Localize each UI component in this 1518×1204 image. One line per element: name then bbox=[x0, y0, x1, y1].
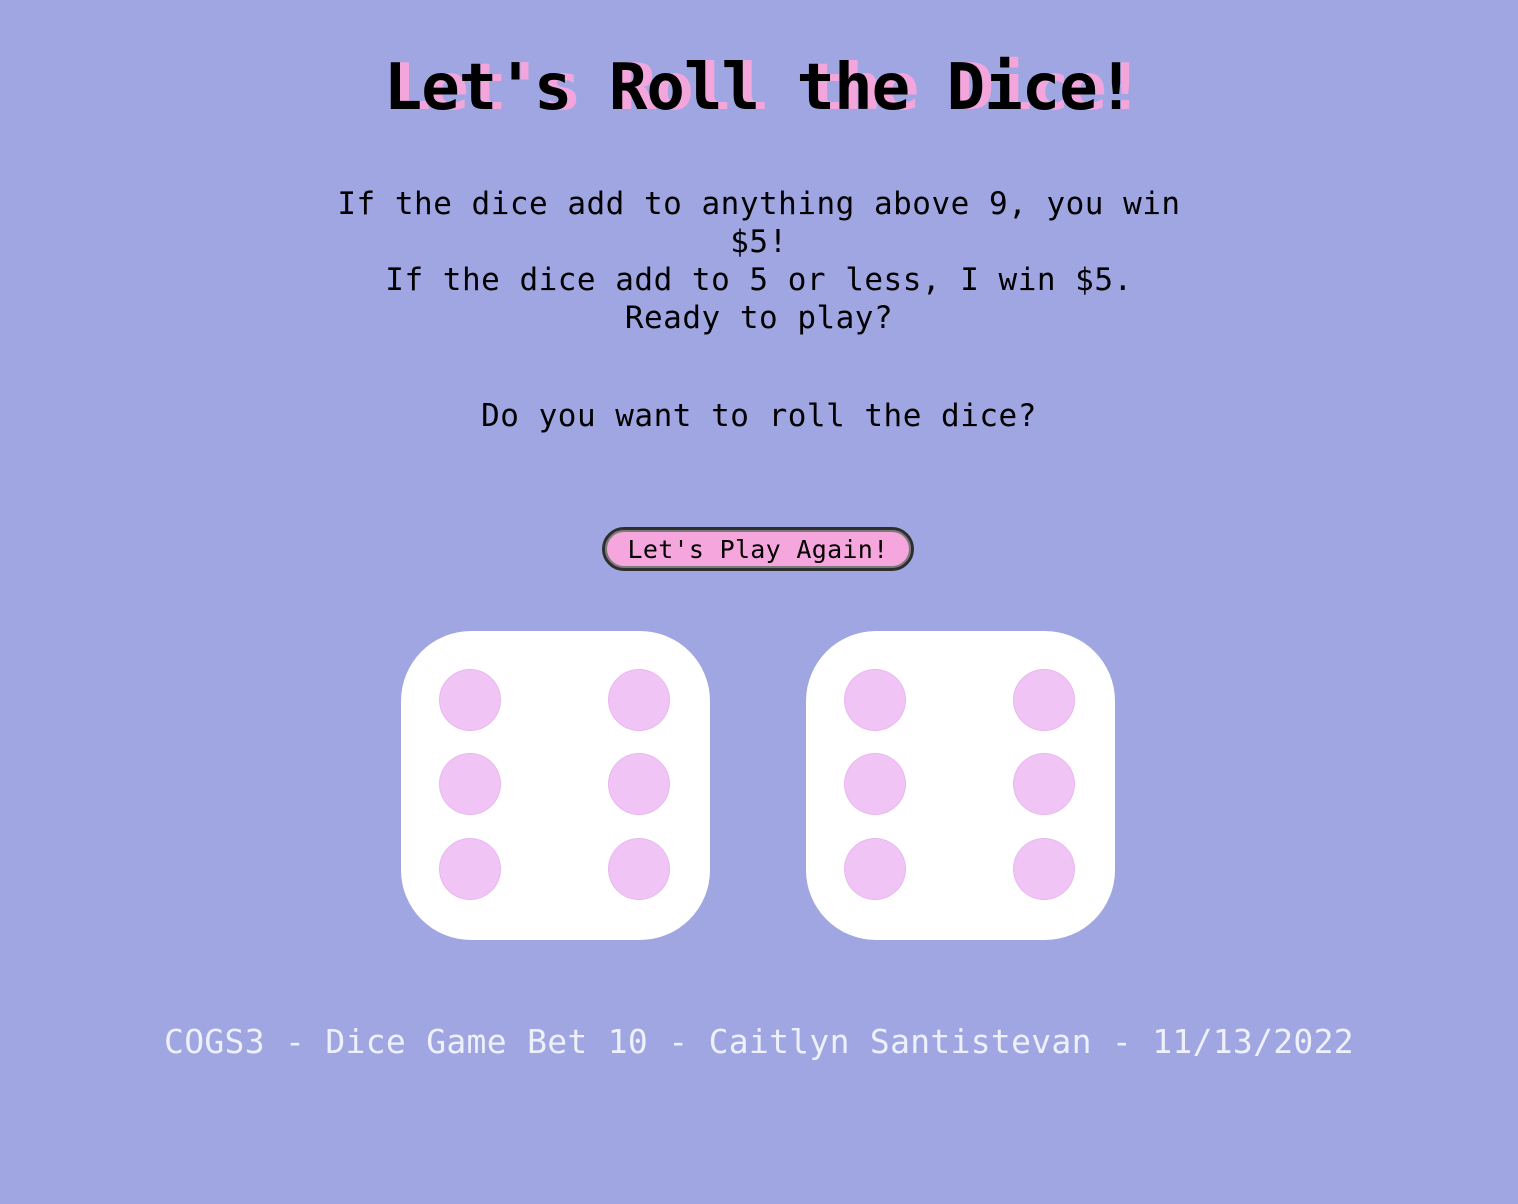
die-pip bbox=[440, 754, 500, 814]
die-left bbox=[401, 631, 710, 940]
page-title-text: Let's Roll the Dice! bbox=[383, 51, 1136, 125]
die-pip bbox=[845, 754, 905, 814]
page-footer: COGS3 - Dice Game Bet 10 - Caitlyn Santi… bbox=[164, 1022, 1354, 1061]
rule-win: If the dice add to anything above 9, you… bbox=[337, 186, 1181, 260]
play-again-button[interactable]: Let's Play Again! bbox=[602, 527, 914, 571]
die-pip bbox=[440, 839, 500, 899]
roll-prompt: Do you want to roll the dice? bbox=[481, 398, 1037, 434]
die-pip bbox=[609, 839, 669, 899]
die-pip bbox=[1014, 670, 1074, 730]
rule-lose: If the dice add to 5 or less, I win $5. bbox=[385, 262, 1133, 298]
die-pip bbox=[845, 839, 905, 899]
die-pip bbox=[440, 670, 500, 730]
die-pip bbox=[609, 670, 669, 730]
rule-ready: Ready to play? bbox=[624, 300, 894, 336]
page-title: Let's Roll the Dice! Let's Roll the Dice… bbox=[0, 48, 1518, 128]
die-pip bbox=[609, 754, 669, 814]
die-pip bbox=[845, 670, 905, 730]
game-rules: If the dice add to anything above 9, you… bbox=[300, 185, 1218, 337]
die-pip bbox=[1014, 839, 1074, 899]
die-pip bbox=[1014, 754, 1074, 814]
die-right bbox=[806, 631, 1115, 940]
